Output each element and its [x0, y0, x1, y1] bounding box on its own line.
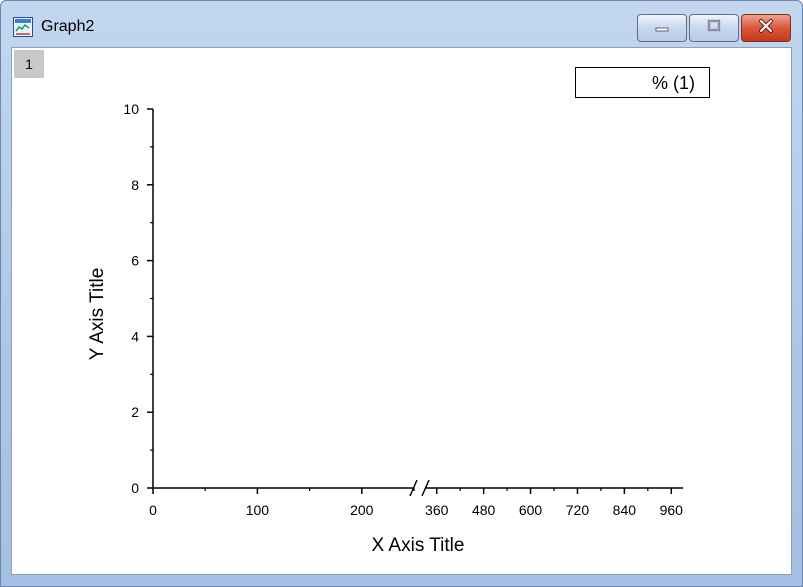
maximize-button[interactable] — [689, 14, 739, 42]
x-tick-label: 480 — [472, 502, 496, 518]
y-tick-label: 8 — [131, 177, 139, 193]
x-tick-label: 960 — [660, 502, 684, 518]
minimize-button[interactable] — [637, 14, 687, 42]
window-title: Graph2 — [41, 18, 95, 35]
minimize-icon — [654, 19, 670, 37]
title-bar[interactable]: Graph2 — [1, 1, 802, 47]
maximize-icon — [706, 19, 722, 38]
origin-graph-icon[interactable] — [13, 17, 33, 37]
x-tick-label: 600 — [519, 502, 543, 518]
y-tick-label: 6 — [131, 253, 139, 269]
x-tick-label: 360 — [425, 502, 449, 518]
plot-area[interactable]: 02468100 100 200 360 480 600 720 840 960X Axis T… — [12, 48, 791, 574]
y-tick-label: 0 — [131, 480, 139, 496]
x-tick-label: 0 — [149, 502, 157, 518]
graph-page[interactable]: 1 % (1) 0 2 4 6 8 10 0 100 200 360 480 600 720 840 960… — [11, 47, 792, 575]
close-button[interactable] — [741, 14, 791, 42]
y-axis-title: Y Axis Title — [87, 268, 108, 361]
close-icon — [757, 18, 775, 39]
y-tick-label: 4 — [131, 328, 139, 344]
y-tick-label: 2 — [131, 404, 139, 420]
x-tick-label: 100 — [246, 502, 270, 518]
graph-window: Graph2 1 % (1) 0 2 4 6 8 10 0 100 200 360 480 600 72… — [0, 0, 803, 587]
x-tick-label: 720 — [566, 502, 590, 518]
x-axis-title: X Axis Title — [372, 535, 465, 556]
x-tick-label: 200 — [350, 502, 374, 518]
x-tick-label: 840 — [613, 502, 637, 518]
y-tick-label: 10 — [123, 101, 139, 117]
